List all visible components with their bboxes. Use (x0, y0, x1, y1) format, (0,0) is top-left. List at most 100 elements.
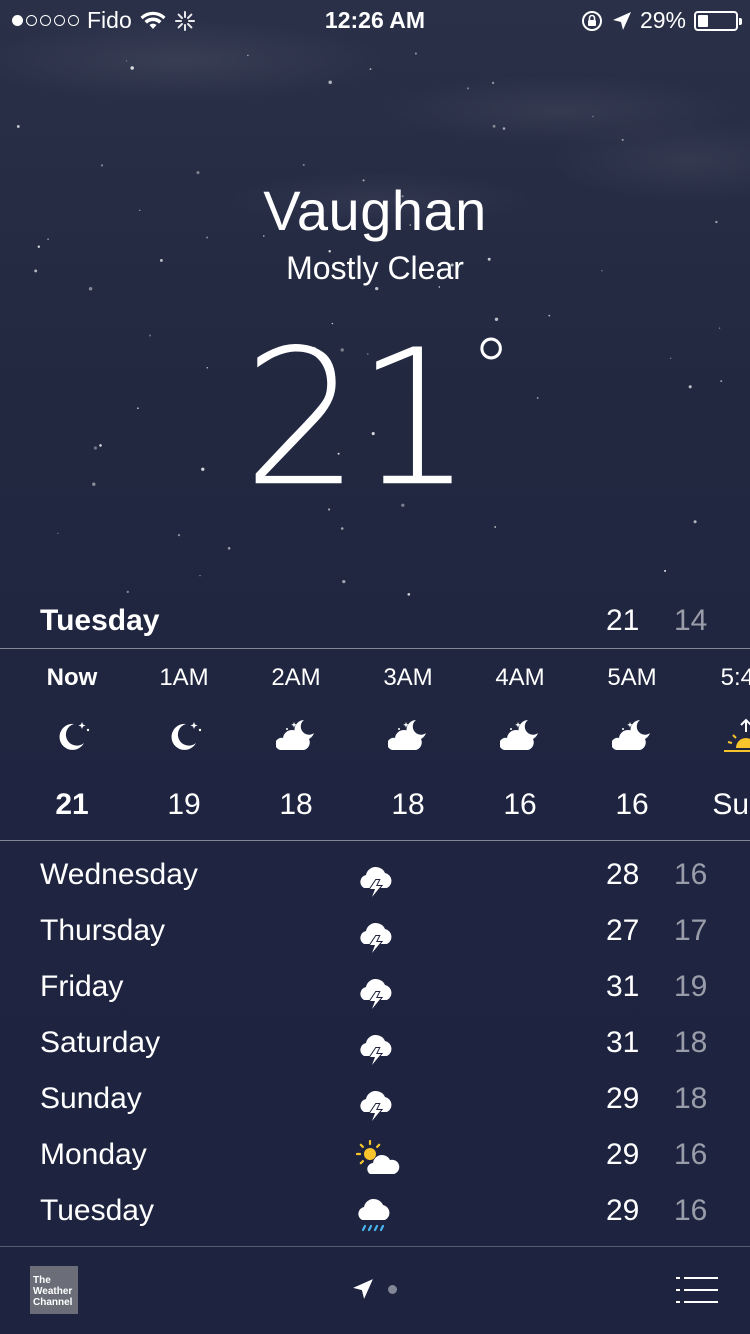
star (369, 68, 372, 71)
hour-label: 5:42 (720, 664, 750, 691)
hour-temperature: Sunr (712, 788, 750, 821)
moon-stars-icon (164, 716, 204, 756)
star (126, 590, 129, 594)
moon-cloud-icon (499, 716, 540, 756)
footer-toolbar: The Weather Channel (0, 1248, 750, 1334)
star (177, 533, 181, 537)
day-high: 31 (606, 970, 640, 1003)
star (494, 526, 497, 528)
day-low: 17 (674, 914, 708, 947)
hour-label: 1AM (159, 664, 209, 691)
star (592, 115, 594, 118)
day-low: 18 (674, 1026, 708, 1059)
day-name: Saturday (40, 1026, 161, 1059)
star (328, 80, 332, 85)
star (227, 546, 231, 550)
star (375, 286, 379, 291)
hour-label: Now (46, 664, 98, 691)
star (16, 125, 20, 128)
list-icon[interactable] (676, 1276, 718, 1304)
day-low: 16 (674, 1194, 708, 1227)
day-name: Sunday (40, 1082, 142, 1115)
day-high: 29 (606, 1082, 640, 1115)
hour-label: 2AM (271, 664, 321, 691)
current-condition: Mostly Clear (286, 250, 464, 286)
hour-label: 5AM (607, 664, 657, 691)
star (199, 574, 201, 577)
moon-stars-icon (52, 716, 92, 756)
today-high: 21 (606, 604, 640, 637)
page-dot-icon[interactable] (388, 1284, 397, 1294)
daily-row: Sunday 29 18 (0, 1072, 750, 1128)
daily-row: Saturday 31 18 (0, 1016, 750, 1072)
star (125, 60, 128, 62)
day-name: Tuesday (40, 1194, 154, 1227)
hourly-forecast[interactable]: Now 21 1AM 19 2AM 18 3AM 18 4AM 16 5AM 1… (0, 650, 750, 840)
day-high: 29 (606, 1138, 640, 1171)
daily-row: Friday 31 19 (0, 960, 750, 1016)
star (414, 52, 417, 55)
day-high: 27 (606, 914, 640, 947)
day-high: 29 (606, 1194, 640, 1227)
star (342, 579, 346, 584)
hour-temperature: 16 (615, 788, 649, 821)
moon-cloud-icon (275, 716, 316, 756)
day-name: Thursday (40, 914, 166, 947)
hour-temperature: 21 (55, 788, 89, 821)
hour-temperature: 19 (167, 788, 201, 821)
daily-row: Monday 29 16 (0, 1128, 750, 1184)
star (196, 171, 200, 175)
moon-cloud-icon (611, 716, 652, 756)
sunrise-icon (724, 716, 750, 756)
daily-row: Wednesday 28 16 (0, 848, 750, 904)
logo-text: Channel (33, 1297, 73, 1308)
temperature-value: 21 (242, 309, 473, 529)
day-low: 18 (674, 1082, 708, 1115)
star (37, 245, 40, 248)
day-name: Monday (40, 1138, 147, 1171)
hour-temperature: 18 (279, 788, 313, 821)
star (492, 124, 496, 128)
weather-channel-logo[interactable]: The Weather Channel (30, 1266, 78, 1314)
battery-icon (694, 10, 742, 31)
day-low: 19 (674, 970, 708, 1003)
day-high: 28 (606, 858, 640, 891)
hour-temperature: 16 (503, 788, 537, 821)
star (466, 87, 470, 90)
star (57, 532, 59, 535)
today-day: Tuesday (40, 604, 160, 637)
rotation-lock-icon (581, 10, 602, 31)
hour-temperature: 18 (391, 788, 425, 821)
degree-symbol: ° (471, 321, 511, 416)
daily-row: Thursday 27 17 (0, 904, 750, 960)
day-name: Wednesday (40, 858, 198, 891)
daily-forecast[interactable]: Wednesday 28 16 Thursday 27 17 Friday 31… (0, 848, 750, 1240)
thunderstorm-icon (354, 1026, 396, 1066)
divider (0, 648, 750, 649)
star (247, 54, 249, 57)
location-services-icon (612, 11, 631, 30)
thunderstorm-icon (354, 970, 396, 1010)
moon-cloud-icon (387, 716, 428, 756)
rain-icon (354, 1194, 396, 1234)
daily-row: Tuesday 29 16 (0, 1184, 750, 1240)
divider (0, 1246, 750, 1247)
star (502, 127, 506, 130)
thunderstorm-icon (354, 1082, 396, 1122)
star (491, 81, 495, 85)
hour-label: 3AM (383, 664, 433, 691)
day-name: Friday (40, 970, 124, 1003)
day-low: 16 (674, 858, 708, 891)
hour-label: 4AM (495, 664, 545, 691)
thunderstorm-icon (354, 914, 396, 954)
star (88, 287, 93, 291)
status-bar: Fido 12:26 AM 29% (0, 0, 750, 40)
partly-sunny-icon (354, 1138, 400, 1178)
current-temperature: 21° (0, 309, 750, 529)
day-low: 16 (674, 1138, 708, 1171)
star (130, 66, 134, 70)
page-indicator[interactable] (352, 1278, 397, 1300)
day-high: 31 (606, 1026, 640, 1059)
star (302, 163, 305, 167)
location-arrow-icon[interactable] (352, 1278, 374, 1300)
